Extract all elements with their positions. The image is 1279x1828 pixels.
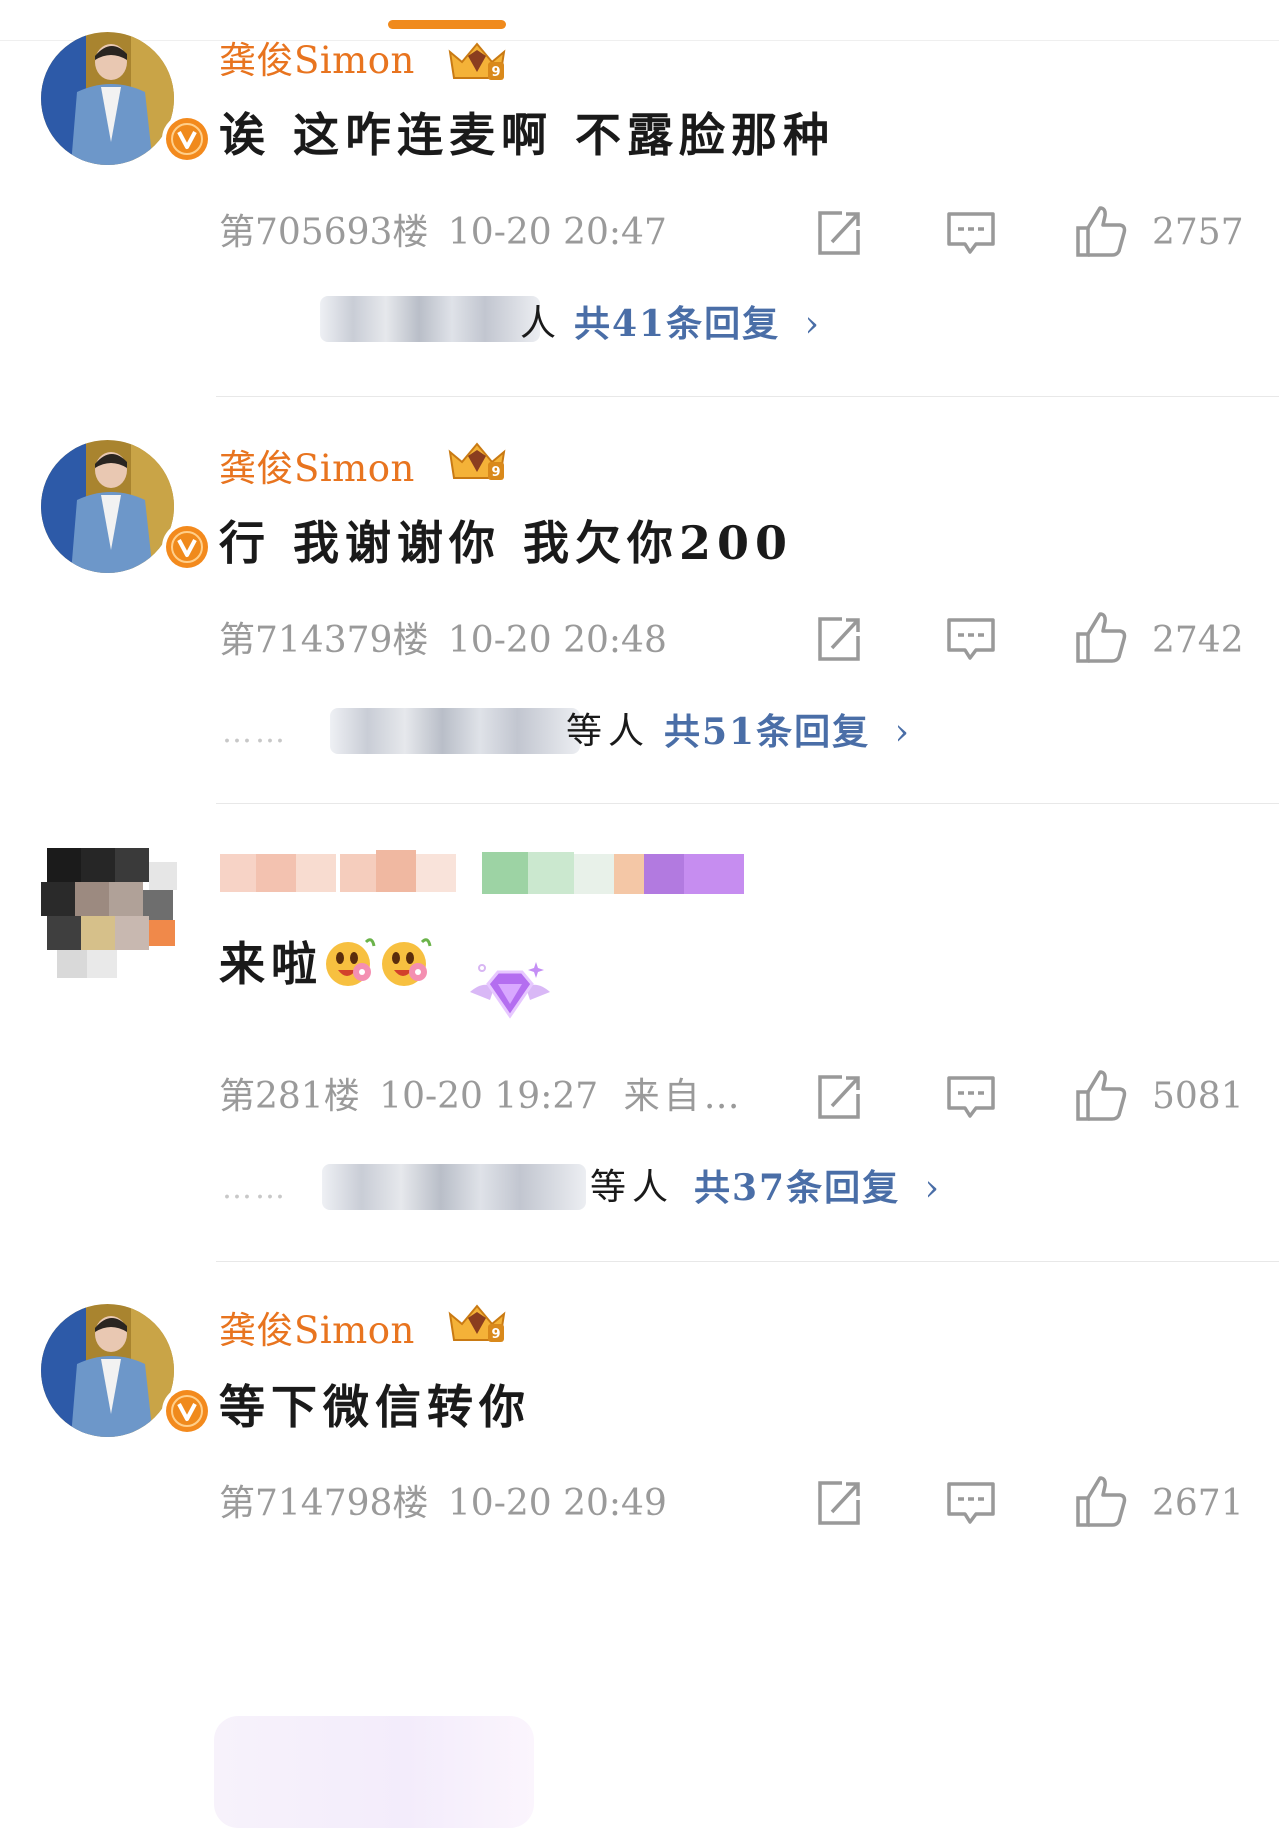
- comment-meta: 第714379楼 10-20 20:48: [219, 623, 667, 659]
- svg-text:9: 9: [491, 65, 500, 80]
- reply-count: 共41条回复: [574, 303, 781, 345]
- comment-text: 行 我谢谢你 我欠你200: [219, 516, 794, 570]
- floor-number: 第714379楼: [219, 620, 429, 661]
- share-icon[interactable]: [812, 1070, 866, 1124]
- comment-icon[interactable]: [944, 1070, 998, 1124]
- thumbs-up-icon[interactable]: [1074, 204, 1128, 258]
- comment-item: 龚俊Simon 9 行 我谢谢你 我欠你200 第714379楼 10-20 2…: [0, 398, 1279, 804]
- replier-suffix: 等人: [590, 1167, 675, 1208]
- share-icon[interactable]: [812, 1476, 866, 1530]
- avatar[interactable]: [41, 846, 177, 979]
- timestamp: 10-20 20:48: [447, 620, 667, 661]
- crown-level-icon: 9: [448, 42, 506, 80]
- view-replies-link[interactable]: 共37条回复 ›: [694, 1170, 941, 1207]
- svg-text:9: 9: [491, 1327, 500, 1342]
- comment-meta: 第705693楼 10-20 20:47: [219, 215, 667, 251]
- reply-dots: ……: [222, 715, 288, 750]
- comment-text: 等下微信转你: [219, 1380, 531, 1434]
- reply-dots: ……: [222, 1171, 288, 1206]
- chevron-right-icon: ›: [924, 1168, 942, 1209]
- thumbs-up-icon[interactable]: [1074, 1474, 1128, 1528]
- replier-suffix: 等人: [566, 711, 651, 752]
- like-count: 2671: [1152, 1483, 1244, 1524]
- avatar[interactable]: [41, 1304, 212, 1437]
- blurred-replier-names: [320, 296, 540, 342]
- reply-count: 共37条回复: [694, 1167, 901, 1209]
- like-count: 2742: [1152, 620, 1244, 661]
- replier-suffix: 人: [520, 303, 563, 344]
- comment-meta: 第281楼 10-20 19:27 来自…: [219, 1079, 744, 1115]
- comment-bubble-background: [214, 1716, 534, 1828]
- comment-icon[interactable]: [944, 612, 998, 666]
- divider: [216, 396, 1279, 397]
- username[interactable]: 龚俊Simon: [219, 42, 415, 79]
- source-label: 来自…: [623, 1076, 744, 1117]
- username[interactable]: 龚俊Simon: [219, 1312, 415, 1349]
- comment-item: 来啦 第281楼 10-20 19:27 来自… 5081 …… 等人 共37条…: [0, 804, 1279, 1828]
- username[interactable]: 龚俊Simon: [219, 450, 415, 487]
- blurred-replier-names: [330, 708, 580, 754]
- crown-level-icon: 9: [448, 442, 506, 480]
- blurred-replier-names: [322, 1164, 586, 1210]
- flower-emoji-icon: [326, 938, 432, 986]
- floor-number: 第705693楼: [219, 212, 429, 253]
- verified-badge-icon: [162, 522, 212, 572]
- view-replies-link[interactable]: 共51条回复 ›: [664, 714, 911, 751]
- comment-meta: 第714798楼 10-20 20:49: [219, 1486, 667, 1522]
- like-count: 5081: [1152, 1076, 1244, 1117]
- floor-number: 第281楼: [219, 1076, 360, 1117]
- comment-text: 诶 这咋连麦啊 不露脸那种: [219, 108, 836, 162]
- chevron-right-icon: ›: [804, 304, 822, 345]
- crown-level-icon: 9: [448, 1304, 506, 1342]
- comment-icon[interactable]: [944, 1476, 998, 1530]
- svg-text:9: 9: [491, 465, 500, 480]
- like-count: 2757: [1152, 212, 1244, 253]
- comment-item: 龚俊Simon 9 诶 这咋连麦啊 不露脸那种 第705693楼 10-20 2…: [0, 0, 1279, 398]
- diamond-badge-icon: [470, 962, 550, 1019]
- reply-count: 共51条回复: [664, 711, 871, 753]
- timestamp: 10-20 20:47: [447, 212, 667, 253]
- timestamp: 10-20 19:27: [379, 1076, 599, 1117]
- view-replies-link[interactable]: 共41条回复 ›: [574, 306, 821, 343]
- thumbs-up-icon[interactable]: [1074, 610, 1128, 664]
- timestamp: 10-20 20:49: [447, 1483, 667, 1524]
- floor-number: 第714798楼: [219, 1483, 429, 1524]
- verified-badge-icon: [162, 1386, 212, 1436]
- share-icon[interactable]: [812, 206, 866, 260]
- verified-badge-icon: [162, 114, 212, 164]
- blurred-username: [220, 850, 744, 894]
- comment-text: 来啦: [219, 937, 323, 991]
- avatar[interactable]: [41, 32, 212, 165]
- share-icon[interactable]: [812, 612, 866, 666]
- chevron-right-icon: ›: [894, 712, 912, 753]
- comment-item: 龚俊Simon 9 等下微信转你 第714798楼 10-20 20:49 26…: [0, 1262, 1279, 1545]
- comment-icon[interactable]: [944, 206, 998, 260]
- avatar[interactable]: [41, 440, 212, 573]
- thumbs-up-icon[interactable]: [1074, 1068, 1128, 1122]
